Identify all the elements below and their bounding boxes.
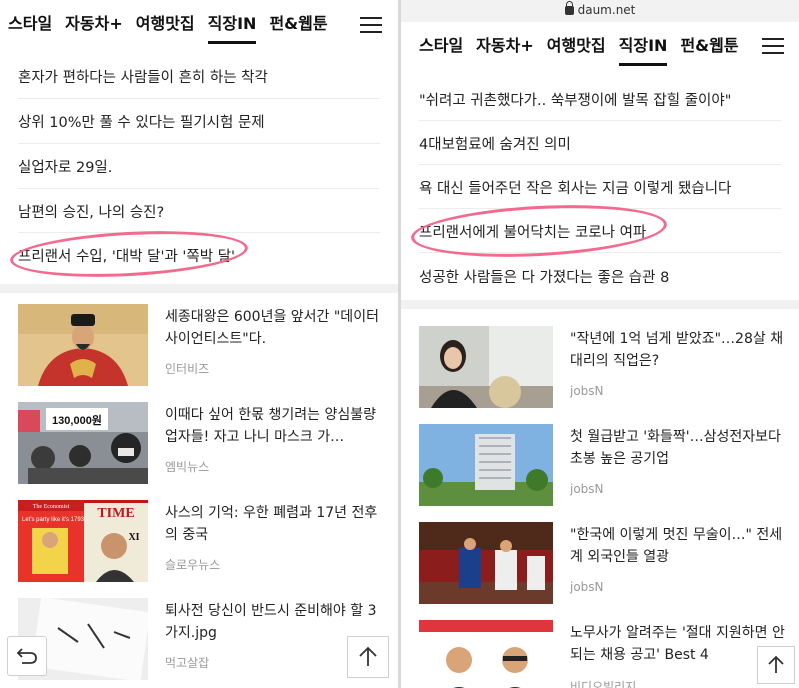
section-separator: [401, 300, 799, 309]
article-title: 첫 월급받고 '화들짝'…삼성전자보다 초봉 높은 공기업: [570, 429, 781, 467]
headline-item[interactable]: 남편의 승진, 나의 승진?: [18, 201, 380, 222]
tab-fun-webtoon[interactable]: 펀&웹툰: [680, 26, 738, 66]
category-nav: 스타일 자동차+ 여행맛집 직장IN 펀&웹툰: [0, 4, 398, 44]
tab-travel-food[interactable]: 여행맛집: [547, 26, 606, 66]
hamburger-menu-icon[interactable]: [762, 38, 784, 54]
article-source: 먹고살잡: [165, 656, 210, 670]
magazine-masthead-text: TIME: [97, 506, 134, 521]
price-sign-text: 130,000원: [52, 413, 102, 427]
article-source: 인터비즈: [165, 362, 210, 376]
article-thumbnail: [419, 326, 553, 408]
lock-icon: [564, 1, 574, 15]
headline-item[interactable]: "쉬려고 귀촌했다가.. 쑥부쟁이에 발목 잡힐 줄이야": [419, 89, 781, 110]
headline-item[interactable]: 실업자로 29일.: [18, 156, 380, 177]
magazine-masthead-text: The Economist: [33, 504, 70, 510]
tab-fun-webtoon[interactable]: 펀&웹툰: [269, 4, 327, 44]
headline-item[interactable]: 4대보험료에 숨겨진 의미: [419, 133, 781, 154]
article-title: 사스의 기억: 우한 폐렴과 17년 전후의 중국: [165, 505, 378, 543]
tab-cars[interactable]: 자동차+: [65, 4, 123, 44]
article-source: 비디오빌리지: [570, 680, 637, 688]
left-screenshot: 스타일 자동차+ 여행맛집 직장IN 펀&웹툰 혼자가 편하다는 사람들이 흔히…: [0, 0, 398, 688]
url-text: daum.net: [577, 3, 636, 17]
tab-travel-food[interactable]: 여행맛집: [136, 4, 195, 44]
article-source: 엠빅뉴스: [165, 460, 210, 474]
article-thumbnail: 130,000원: [18, 402, 148, 484]
scroll-top-button[interactable]: [757, 646, 795, 684]
article-thumbnail: [18, 304, 148, 386]
tab-work[interactable]: 직장IN: [207, 4, 256, 44]
article-source: 슬로우뉴스: [165, 558, 221, 572]
article-card[interactable]: "한국에 이렇게 멋진 무술이…" 전세계 외국인들 열광 jobsN: [419, 522, 789, 608]
back-arrow-icon: [16, 648, 37, 664]
right-screenshot: daum.net 스타일 자동차+ 여행맛집 직장IN 펀&웹툰 "쉬려고 귀촌…: [401, 0, 799, 688]
article-card[interactable]: "작년에 1억 넘게 받았죠"…28살 채 대리의 직업은? jobsN: [419, 326, 789, 412]
article-thumbnail: [419, 522, 553, 604]
tab-cars[interactable]: 자동차+: [476, 26, 534, 66]
article-card[interactable]: 노무사가 알려주는 '절대 지원하면 안 되는 채용 공고' Best 4 비디…: [419, 620, 789, 688]
scroll-top-arrow-icon: [359, 646, 377, 666]
headline-item[interactable]: 욕 대신 들어주던 작은 회사는 지금 이렇게 됐습니다: [419, 177, 781, 198]
article-source: jobsN: [570, 482, 604, 496]
headline-item[interactable]: 상위 10%만 풀 수 있다는 필기시험 문제: [18, 111, 380, 132]
article-card[interactable]: 퇴사전 당신이 반드시 준비해야 할 3가지.jpg 먹고살잡: [18, 598, 388, 684]
back-button[interactable]: [7, 636, 47, 676]
article-source: jobsN: [570, 580, 604, 594]
article-title: 세종대왕은 600년을 앞서간 "데이터 사이언티스트"다.: [165, 309, 379, 347]
article-card[interactable]: 첫 월급받고 '화들짝'…삼성전자보다 초봉 높은 공기업 jobsN: [419, 424, 789, 510]
article-thumbnail: [419, 620, 553, 688]
tab-style[interactable]: 스타일: [419, 26, 463, 66]
scroll-top-arrow-icon: [768, 655, 784, 673]
magazine-label-text: XI: [128, 532, 139, 543]
article-card[interactable]: 세종대왕은 600년을 앞서간 "데이터 사이언티스트"다. 인터비즈: [18, 304, 388, 390]
article-source: jobsN: [570, 384, 604, 398]
tab-work[interactable]: 직장IN: [618, 26, 667, 66]
article-card[interactable]: The Economist Let's party like it's 1793…: [18, 500, 388, 586]
article-title: "한국에 이렇게 멋진 무술이…" 전세계 외국인들 열광: [570, 527, 783, 565]
article-card[interactable]: 130,000원 이때다 싶어 한몫 챙기려는 양심불량 업자들! 자고 나니 …: [18, 402, 388, 488]
article-title: 노무사가 알려주는 '절대 지원하면 안 되는 채용 공고' Best 4: [570, 625, 785, 663]
hamburger-menu-icon[interactable]: [360, 17, 382, 33]
headline-item[interactable]: 혼자가 편하다는 사람들이 흔히 하는 착각: [18, 66, 380, 87]
browser-url-bar[interactable]: daum.net: [401, 0, 799, 22]
article-title: "작년에 1억 넘게 받았죠"…28살 채 대리의 직업은?: [570, 331, 784, 369]
section-separator: [0, 284, 398, 293]
magazine-headline-text: Let's party like it's 1793: [22, 517, 85, 523]
article-thumbnail: [419, 424, 553, 506]
scroll-top-button[interactable]: [347, 636, 389, 678]
article-thumbnail: The Economist Let's party like it's 1793…: [18, 500, 148, 582]
highlight-circle: [9, 225, 249, 283]
category-nav: 스타일 자동차+ 여행맛집 직장IN 펀&웹툰: [401, 26, 799, 66]
tab-style[interactable]: 스타일: [8, 4, 52, 44]
article-title: 이때다 싶어 한몫 챙기려는 양심불량 업자들! 자고 나니 마스크 가…: [165, 407, 376, 445]
headline-item[interactable]: 성공한 사람들은 다 가졌다는 좋은 습관 8: [419, 266, 781, 287]
